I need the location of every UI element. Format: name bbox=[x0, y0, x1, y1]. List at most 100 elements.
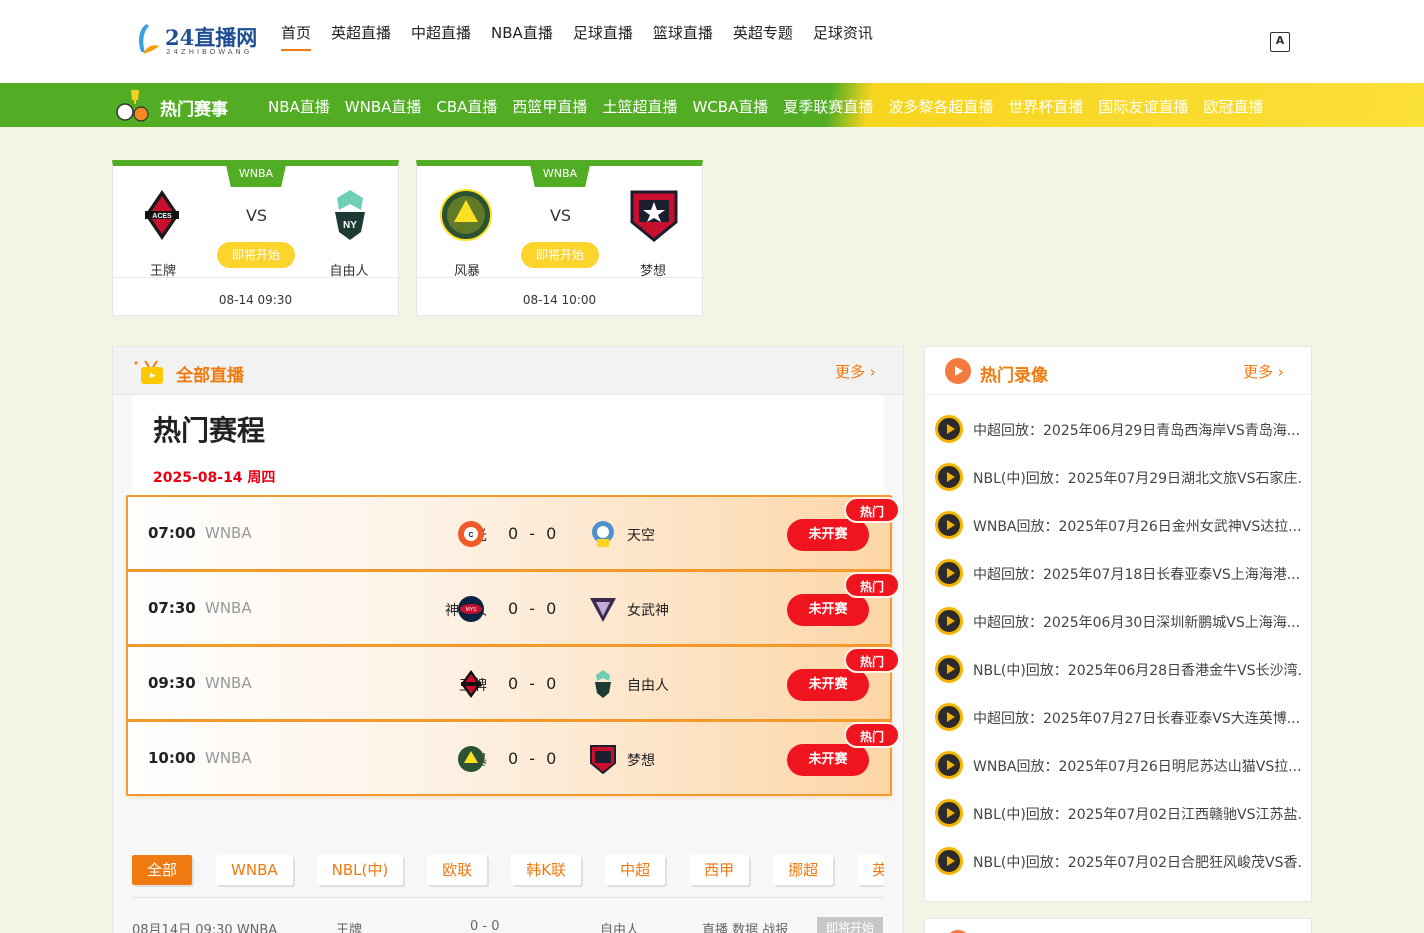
list-links[interactable]: 直播 数据 战报 bbox=[702, 919, 788, 933]
replay-item[interactable]: 中超回放：2025年06月30日深圳新鹏城VS上海海... bbox=[925, 597, 1311, 645]
away-team: 自由人 bbox=[627, 678, 669, 694]
tv-icon bbox=[134, 360, 163, 384]
hot-link-puerto-rico[interactable]: 波多黎各超直播 bbox=[888, 98, 993, 116]
filter-tab-all[interactable]: 全部 bbox=[132, 855, 193, 885]
more-label: 更多 bbox=[1243, 363, 1274, 381]
hot-link-wcba[interactable]: WCBA直播 bbox=[692, 98, 768, 116]
nav-premier-topic[interactable]: 英超专题 bbox=[733, 23, 793, 51]
nav-basketball[interactable]: 篮球直播 bbox=[653, 23, 713, 51]
match-row[interactable]: 07:30 WNBA 神秘人 MYS 0 - 0 女武神 未开赛 热门 bbox=[126, 570, 900, 646]
away-team: 女武神 bbox=[627, 603, 669, 619]
list-status-button[interactable]: 即将开始 bbox=[817, 917, 883, 933]
panel-header: 全部直播 更多 › bbox=[113, 347, 903, 395]
hot-badge: 热门 bbox=[844, 497, 900, 523]
replay-item[interactable]: NBL(中)回放：2025年07月02日合肥狂风峻茂VS香... bbox=[925, 837, 1311, 885]
more-link[interactable]: 更多 › bbox=[835, 361, 876, 382]
nav-football[interactable]: 足球直播 bbox=[573, 23, 633, 51]
not-started-button[interactable]: 未开赛 bbox=[787, 519, 869, 551]
card-divider bbox=[417, 277, 702, 278]
hot-link-wnba[interactable]: WNBA直播 bbox=[345, 98, 422, 116]
schedule-date: 2025-08-14 周四 bbox=[153, 470, 276, 486]
league-tag: WNBA bbox=[226, 165, 286, 187]
hot-link-cba[interactable]: CBA直播 bbox=[436, 98, 497, 116]
filter-tab-laliga[interactable]: 西甲 bbox=[689, 855, 750, 885]
nav-premier-league[interactable]: 英超直播 bbox=[331, 23, 391, 51]
not-started-button[interactable]: 未开赛 bbox=[787, 669, 869, 701]
schedule-list-row[interactable]: 08月14日 09:30 WNBA 王牌 0 - 0 自由人 直播 数据 战报 … bbox=[132, 917, 884, 933]
away-team: 梦想 bbox=[627, 753, 655, 769]
match-league: WNBA bbox=[205, 524, 252, 542]
hot-links: NBA直播 WNBA直播 CBA直播 西篮甲直播 土篮超直播 WCBA直播 夏季联赛直播 波多… bbox=[268, 96, 1313, 118]
replay-title: NBL(中)回放：2025年07月02日江西赣驰VS江苏盐... bbox=[973, 807, 1303, 823]
match-card[interactable]: WNBA 风暴 VS 梦想 即将开始 08-14 10:00 bbox=[416, 160, 703, 316]
list-score: 0 - 0 bbox=[470, 919, 500, 933]
filter-tab-europa[interactable]: 欧联 bbox=[427, 855, 488, 885]
replay-title: 中超回放：2025年06月30日深圳新鹏城VS上海海... bbox=[973, 615, 1301, 631]
main-nav: 首页 英超直播 中超直播 NBA直播 足球直播 篮球直播 英超专题 足球资讯 bbox=[281, 23, 893, 51]
panel-title: 全部直播 bbox=[176, 366, 244, 386]
hot-link-nba[interactable]: NBA直播 bbox=[268, 98, 330, 116]
match-time: 07:00 bbox=[148, 524, 196, 542]
not-started-button[interactable]: 未开赛 bbox=[787, 744, 869, 776]
replay-item[interactable]: 中超回放：2025年07月27日长春亚泰VS大连英博... bbox=[925, 693, 1311, 741]
panel-header: 热门录像 更多 › bbox=[925, 347, 1311, 395]
replay-title: 中超回放：2025年06月29日青岛西海岸VS青岛海... bbox=[973, 423, 1301, 439]
top-header: 24直播网 24ZHIBOWANG 首页 英超直播 中超直播 NBA直播 足球直… bbox=[0, 0, 1424, 83]
replay-title: WNBA回放：2025年07月26日明尼苏达山猫VS拉... bbox=[973, 759, 1302, 775]
replay-item[interactable]: NBL(中)回放：2025年07月02日江西赣驰VS江苏盐... bbox=[925, 789, 1311, 837]
hot-events-bar: 热门赛事 NBA直播 WNBA直播 CBA直播 西篮甲直播 土篮超直播 WCBA直播 夏季联… bbox=[0, 83, 1424, 127]
match-status-button[interactable]: 即将开始 bbox=[521, 242, 599, 268]
site-logo[interactable]: 24直播网 24ZHIBOWANG bbox=[133, 20, 263, 60]
list-away-team: 自由人 bbox=[600, 923, 640, 933]
filter-tab-nbl[interactable]: NBL(中) bbox=[316, 855, 404, 885]
filter-tab-wnba[interactable]: WNBA bbox=[216, 855, 293, 885]
all-live-panel: 全部直播 更多 › 热门赛程 2025-08-14 周四 07:00 WNBA … bbox=[112, 346, 904, 933]
aces-logo-icon bbox=[461, 670, 481, 698]
filter-tab-csl[interactable]: 中超 bbox=[605, 855, 666, 885]
match-time: 10:00 bbox=[148, 749, 196, 767]
filter-tab-eliteserien[interactable]: 挪超 bbox=[773, 855, 834, 885]
panel-title: 热门录像 bbox=[980, 366, 1048, 386]
hot-link-friendly[interactable]: 国际友谊直播 bbox=[1098, 98, 1188, 116]
match-card[interactable]: WNBA ACES 王牌 VS NY 自由人 即将开始 08-14 09:30 bbox=[112, 160, 399, 316]
not-started-button[interactable]: 未开赛 bbox=[787, 594, 869, 626]
replay-item[interactable]: 中超回放：2025年07月18日长春亚泰VS上海海港... bbox=[925, 549, 1311, 597]
hot-link-spain-basket[interactable]: 西篮甲直播 bbox=[512, 98, 587, 116]
replay-title: 中超回放：2025年07月18日长春亚泰VS上海海港... bbox=[973, 567, 1301, 583]
replay-item[interactable]: 中超回放：2025年06月29日青岛西海岸VS青岛海... bbox=[925, 405, 1311, 453]
filter-tab-kleague[interactable]: 韩K联 bbox=[511, 855, 582, 885]
replay-item[interactable]: WNBA回放：2025年07月26日金州女武神VS达拉... bbox=[925, 501, 1311, 549]
hot-link-ucl[interactable]: 欧冠直播 bbox=[1203, 98, 1263, 116]
match-row[interactable]: 09:30 WNBA 王牌 0 - 0 自由人 未开赛 热门 bbox=[126, 645, 900, 721]
hot-replays-panel: 热门录像 更多 › 中超回放：2025年06月29日青岛西海岸VS青岛海... … bbox=[924, 346, 1312, 902]
hot-link-world-cup[interactable]: 世界杯直播 bbox=[1008, 98, 1083, 116]
filter-tab-epl[interactable]: 英超 bbox=[857, 855, 884, 885]
sky-logo-icon bbox=[592, 521, 614, 547]
match-status-button[interactable]: 即将开始 bbox=[217, 242, 295, 268]
logo-icon bbox=[139, 24, 159, 54]
more-link[interactable]: 更多 › bbox=[1243, 361, 1284, 382]
replay-item[interactable]: NBL(中)回放：2025年07月29日湖北文旅VS石家庄... bbox=[925, 453, 1311, 501]
play-icon bbox=[935, 607, 963, 635]
play-icon bbox=[935, 847, 963, 875]
language-icon[interactable]: A bbox=[1270, 32, 1290, 52]
svg-text:NY: NY bbox=[343, 220, 357, 231]
replay-item[interactable]: NBL(中)回放：2025年06月28日香港金牛VS长沙湾... bbox=[925, 645, 1311, 693]
hot-link-summer-league[interactable]: 夏季联赛直播 bbox=[783, 98, 873, 116]
dream-logo-icon bbox=[630, 190, 678, 242]
replay-item[interactable]: WNBA回放：2025年07月26日明尼苏达山猫VS拉... bbox=[925, 741, 1311, 789]
dream-logo-icon bbox=[590, 745, 616, 774]
nav-football-news[interactable]: 足球资讯 bbox=[813, 23, 873, 51]
hot-link-turkey-basket[interactable]: 土篮超直播 bbox=[602, 98, 677, 116]
league-tag: WNBA bbox=[530, 165, 590, 187]
nav-csl[interactable]: 中超直播 bbox=[411, 23, 471, 51]
match-row[interactable]: 10:00 WNBA 风暴 0 - 0 梦想 未开赛 热门 bbox=[126, 720, 900, 796]
match-league: WNBA bbox=[205, 599, 252, 617]
nav-nba[interactable]: NBA直播 bbox=[491, 23, 553, 51]
match-score: 0 - 0 bbox=[508, 524, 557, 543]
nav-home[interactable]: 首页 bbox=[281, 23, 312, 51]
match-row[interactable]: 07:00 WNBA 阳光 C 0 - 0 天空 未开赛 热门 bbox=[126, 495, 900, 571]
play-circle-icon bbox=[945, 358, 971, 384]
match-league: WNBA bbox=[205, 674, 252, 692]
match-score: 0 - 0 bbox=[508, 599, 557, 618]
